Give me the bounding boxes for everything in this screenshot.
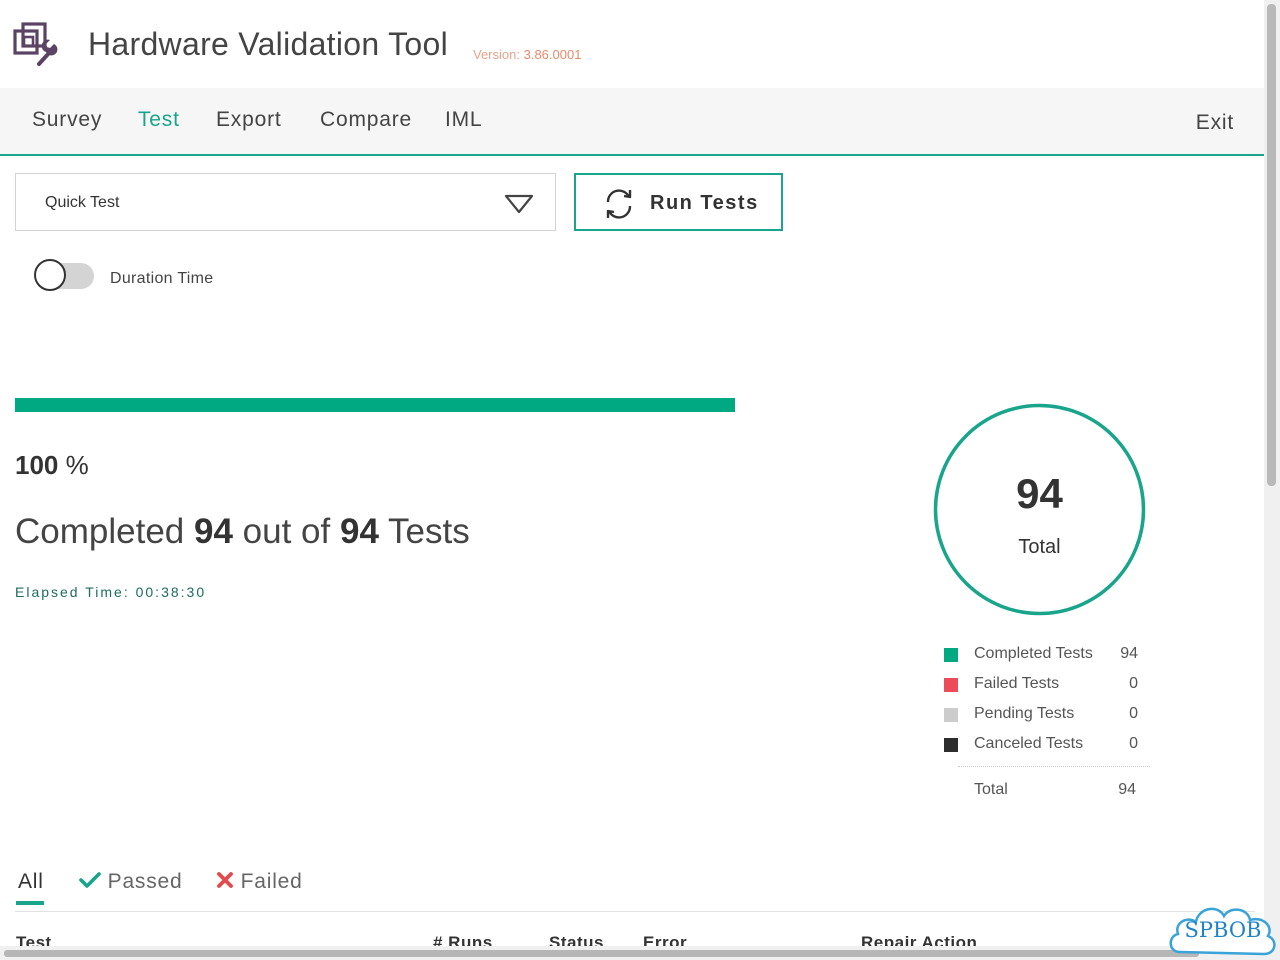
filter-tab-passed-label: Passed: [107, 870, 183, 893]
elapsed-value: 00:38:30: [135, 584, 207, 600]
legend-label: Failed Tests: [974, 675, 1060, 692]
legend-total-value: 94: [1118, 781, 1136, 798]
main-nav: Survey Test Export Compare IML Exit: [0, 88, 1264, 156]
nav-compare[interactable]: Compare: [320, 108, 412, 132]
progress-percent-sign: %: [65, 450, 89, 480]
legend-swatch-failed: [944, 678, 958, 692]
filter-tab-failed-label: Failed: [240, 870, 303, 893]
elapsed-time: Elapsed Time: 00:38:30: [15, 584, 206, 600]
exit-button[interactable]: Exit: [1196, 111, 1234, 135]
run-tests-button[interactable]: Run Tests: [574, 173, 783, 231]
progress-percent-value: 100: [15, 450, 59, 480]
checkmark-icon: [79, 872, 101, 888]
legend-value: 0: [1129, 735, 1138, 752]
toggle-knob: [34, 259, 66, 291]
nav-test[interactable]: Test: [138, 108, 180, 132]
refresh-icon: [606, 189, 632, 219]
duration-time-toggle[interactable]: [34, 259, 96, 293]
completed-summary: Completed 94 out of 94 Tests: [15, 512, 470, 552]
completed-out-of: out of: [242, 512, 331, 551]
vertical-scrollbar-thumb[interactable]: [1267, 4, 1276, 486]
legend-swatch-pending: [944, 708, 958, 722]
nav-iml[interactable]: IML: [445, 108, 482, 132]
test-type-select[interactable]: Quick Test: [15, 173, 556, 231]
legend-label: Completed Tests: [974, 645, 1093, 662]
filter-tab-underline: [16, 901, 44, 905]
legend-canceled: Canceled Tests 0: [944, 735, 1138, 759]
completed-count: 94: [194, 512, 233, 551]
legend-total-label: Total: [974, 781, 1008, 798]
horizontal-scrollbar-thumb[interactable]: [4, 950, 1199, 957]
version-prefix: Version:: [473, 47, 520, 62]
app-title: Hardware Validation Tool: [88, 26, 448, 62]
completed-suffix: Tests: [388, 512, 470, 551]
filter-tab-failed[interactable]: Failed: [216, 870, 303, 894]
total-count: 94: [339, 512, 379, 551]
table-divider: [15, 911, 1255, 912]
app-logo-icon: [13, 22, 58, 66]
duration-time-label: Duration Time: [110, 270, 214, 287]
legend-value: 0: [1129, 675, 1138, 692]
filter-tab-passed[interactable]: Passed: [79, 870, 183, 894]
donut-total-label: Total: [1018, 536, 1061, 558]
legend-divider: [958, 766, 1150, 767]
progress-percent: 100 %: [15, 450, 89, 481]
legend-failed: Failed Tests 0: [944, 675, 1138, 699]
x-mark-icon: [217, 872, 233, 888]
legend-swatch-completed: [944, 648, 958, 662]
legend-completed: Completed Tests 94: [944, 645, 1138, 669]
legend-pending: Pending Tests 0: [944, 705, 1138, 729]
chevron-down-icon: [504, 194, 534, 214]
filter-tab-all[interactable]: All: [18, 870, 44, 894]
completed-prefix: Completed: [15, 512, 185, 551]
donut-total-value: 94: [1016, 470, 1063, 517]
test-type-selected: Quick Test: [45, 194, 120, 211]
legend-label: Pending Tests: [974, 705, 1075, 722]
nav-export[interactable]: Export: [216, 108, 282, 132]
elapsed-label: Elapsed Time:: [15, 584, 130, 600]
run-tests-label: Run Tests: [650, 192, 759, 214]
watermark-text: SPBOB: [1185, 918, 1262, 942]
nav-survey[interactable]: Survey: [32, 108, 102, 132]
progress-bar: [15, 398, 735, 412]
version-label: Version: 3.86.0001: [473, 47, 581, 62]
legend-swatch-canceled: [944, 738, 958, 752]
version-number: 3.86.0001: [523, 47, 582, 62]
progress-bar-fill: [15, 398, 735, 412]
legend-label: Canceled Tests: [974, 735, 1084, 752]
legend-value: 0: [1129, 705, 1138, 722]
watermark-logo: SPBOB: [1169, 907, 1276, 956]
legend-value: 94: [1120, 645, 1138, 662]
